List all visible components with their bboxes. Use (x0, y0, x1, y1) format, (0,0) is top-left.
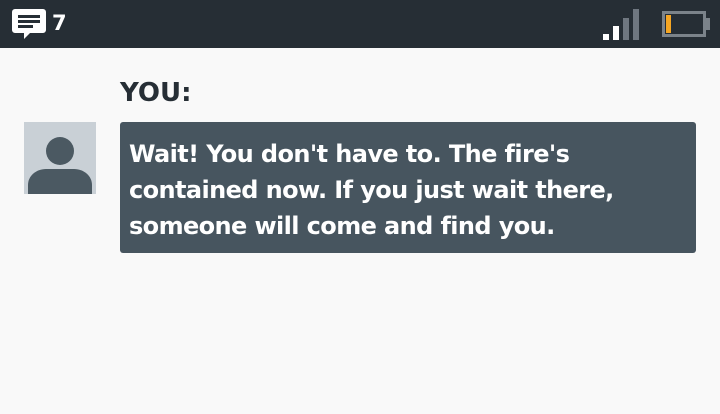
message-bubble: Wait! You don't have to. The fire's cont… (120, 122, 696, 253)
signal-icon (603, 9, 641, 41)
avatar (24, 122, 96, 194)
battery-icon (662, 11, 710, 37)
status-bar: 7 (0, 0, 720, 48)
message-count: 7 (52, 11, 67, 35)
sender-label: YOU: (120, 78, 192, 108)
message-icon[interactable] (12, 9, 46, 39)
user-silhouette-icon (28, 137, 92, 194)
battery-level (666, 15, 671, 33)
